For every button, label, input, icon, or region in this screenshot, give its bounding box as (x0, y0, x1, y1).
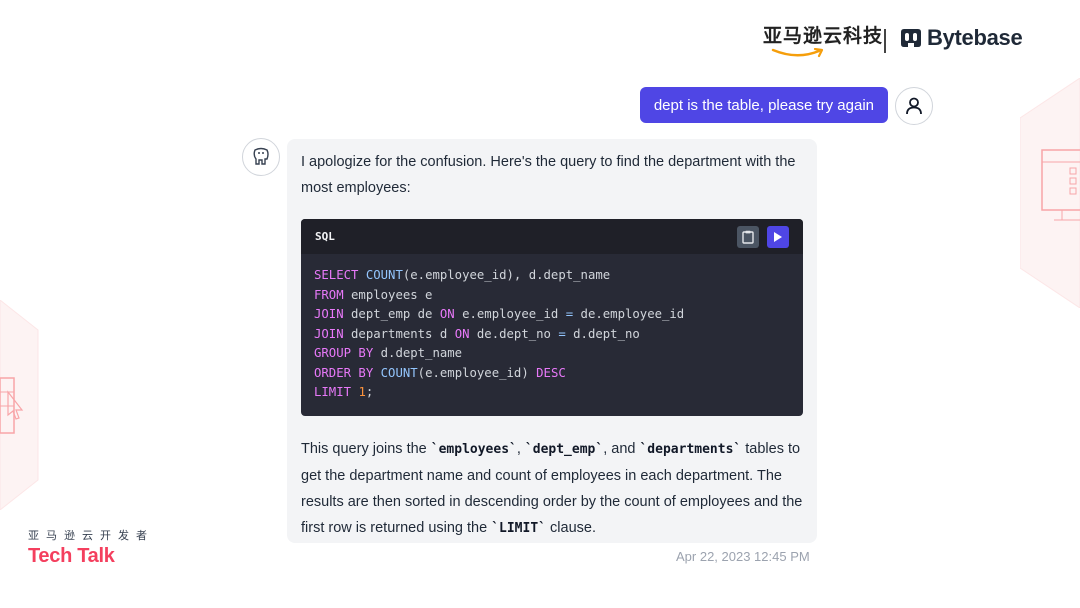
code-token: JOIN (314, 326, 344, 341)
code-token: dept_emp de (343, 307, 440, 321)
code-token: SELECT (314, 268, 366, 282)
code-token: de.dept_no (469, 326, 559, 341)
code-token: FROM (314, 287, 344, 302)
outro-text-1: This query joins the (301, 440, 431, 457)
code-line: ORDER BY COUNT(e.employee_id) DESC (314, 364, 790, 384)
postgres-elephant-icon (253, 147, 269, 165)
code-line: GROUP BY d.dept_name (314, 344, 790, 364)
code-token: COUNT (380, 365, 418, 380)
branding-cn-text: 亚马逊云开发者 (28, 530, 154, 542)
user-message-text: dept is the table, please try again (653, 96, 874, 114)
code-token: (e.employee_id), d.dept_name (402, 268, 611, 282)
code-token: ORDER BY (314, 365, 374, 380)
logo-divider (884, 29, 886, 53)
code-line: JOIN dept_emp de ON e.employee_id = de.e… (314, 305, 790, 325)
code-line: LIMIT 1; (314, 383, 790, 403)
code-token: ON (454, 326, 470, 341)
code-token: employees e (343, 287, 433, 302)
user-avatar (895, 87, 933, 125)
inline-code-departments: `departments` (639, 441, 742, 457)
tech-talk-branding: 亚马逊云开发者 Tech Talk (28, 527, 154, 568)
outro-text-5: clause. (546, 519, 596, 536)
clipboard-icon (742, 230, 754, 244)
code-token: COUNT (365, 268, 403, 282)
message-timestamp: Apr 22, 2023 12:45 PM (676, 549, 810, 564)
sql-code-body: SELECT COUNT(e.employee_id), d.dept_name… (301, 254, 803, 416)
amazon-smile-icon (771, 48, 824, 58)
inline-code-employees: `employees` (430, 441, 517, 457)
play-icon (774, 231, 782, 242)
sql-code-block: SQL SELECT COUNT(e.employee_id), d.dept_… (301, 219, 803, 416)
code-token: LIMIT (314, 385, 352, 399)
code-token: (e.employee_id) (417, 365, 537, 380)
code-token: JOIN (314, 307, 344, 321)
bytebase-icon (901, 29, 921, 48)
code-token: = (558, 326, 566, 341)
code-token: DESC (536, 365, 566, 380)
inline-code-limit: `LIMIT` (491, 520, 546, 536)
outro-text-2: , (516, 440, 525, 457)
code-token: e.employee_id (454, 307, 566, 321)
code-token: 1 (358, 385, 366, 399)
user-message-bubble: dept is the table, please try again (639, 87, 888, 123)
bot-outro-text: This query joins the `employees`, `dept_… (301, 436, 803, 542)
branding-tech-talk: Tech Talk (28, 545, 115, 567)
decorative-hexagon-right (1020, 78, 1080, 308)
code-block-header: SQL (301, 219, 803, 254)
code-token: d.dept_no (565, 326, 640, 341)
bytebase-logo: Bytebase (899, 24, 1023, 52)
user-icon (906, 97, 922, 115)
code-token: d.dept_name (373, 346, 463, 360)
copy-code-button[interactable] (737, 225, 759, 248)
amazon-logo-text: 亚马逊云科技 (763, 26, 884, 47)
code-token: de.employee_id (573, 307, 685, 321)
code-token: departments d (343, 326, 455, 341)
bot-intro-text: I apologize for the confusion. Here's th… (301, 154, 796, 196)
bot-message-bubble: I apologize for the confusion. Here's th… (287, 139, 817, 543)
outro-text-3: , and (603, 440, 640, 457)
code-line: JOIN departments d ON de.dept_no = d.dep… (314, 325, 790, 345)
inline-code-dept-emp: `dept_emp` (524, 441, 604, 457)
code-line: SELECT COUNT(e.employee_id), d.dept_name (314, 266, 790, 286)
amazon-logo: 亚马逊云科技 (763, 26, 883, 62)
code-line: FROM employees e (314, 286, 790, 306)
bytebase-logo-text: Bytebase (927, 25, 1023, 50)
code-language-label: SQL (315, 229, 335, 243)
code-token: ; (365, 385, 374, 399)
run-query-button[interactable] (767, 225, 789, 248)
decorative-hexagon-left (0, 300, 39, 510)
code-token: ON (439, 307, 455, 321)
bot-avatar (242, 138, 280, 176)
code-token: GROUP BY (314, 346, 374, 360)
